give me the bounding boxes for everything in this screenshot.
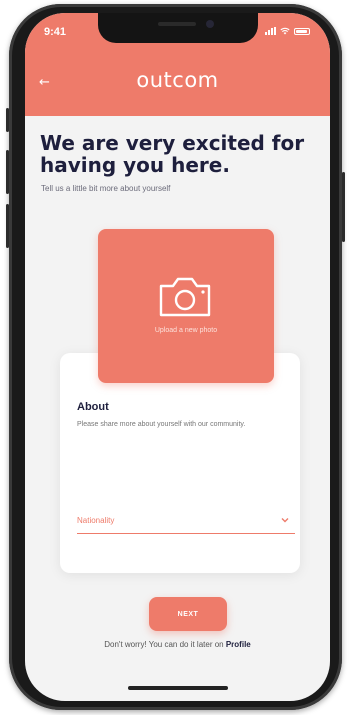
status-icons bbox=[265, 27, 310, 35]
phone-screen: 9:41 ← outcom We are very excited for ha… bbox=[25, 13, 330, 701]
footer-note-text: Don't worry! You can do it later on bbox=[104, 640, 224, 649]
nationality-value: Nationality bbox=[77, 516, 115, 525]
page-subtitle: Tell us a little bit more about yourself bbox=[41, 184, 171, 193]
chevron-down-icon bbox=[281, 518, 289, 523]
wifi-icon bbox=[280, 27, 290, 35]
silent-switch bbox=[6, 108, 9, 132]
status-time: 9:41 bbox=[44, 26, 67, 38]
battery-icon bbox=[294, 28, 310, 35]
about-description: Please share more about yourself with ou… bbox=[77, 421, 246, 428]
about-heading: About bbox=[77, 401, 109, 413]
footer-note: Don't worry! You can do it later on Prof… bbox=[25, 640, 330, 649]
volume-up-button bbox=[6, 150, 9, 194]
signal-icon bbox=[265, 27, 276, 35]
speaker-grille bbox=[158, 22, 196, 26]
about-card bbox=[60, 353, 300, 573]
page-title: We are very excited for having you here. bbox=[40, 131, 305, 177]
upload-photo-label: Upload a new photo bbox=[154, 327, 218, 334]
camera-icon bbox=[159, 277, 211, 317]
upload-photo-button[interactable]: Upload a new photo bbox=[98, 229, 274, 383]
notch bbox=[98, 13, 258, 43]
next-button[interactable]: NEXT bbox=[149, 597, 227, 631]
nationality-select[interactable]: Nationality bbox=[77, 511, 295, 534]
front-camera bbox=[206, 20, 214, 28]
home-indicator[interactable] bbox=[128, 686, 228, 690]
profile-link[interactable]: Profile bbox=[226, 640, 251, 649]
power-button bbox=[342, 172, 345, 242]
volume-down-button bbox=[6, 204, 9, 248]
app-logo: outcom bbox=[136, 68, 219, 92]
